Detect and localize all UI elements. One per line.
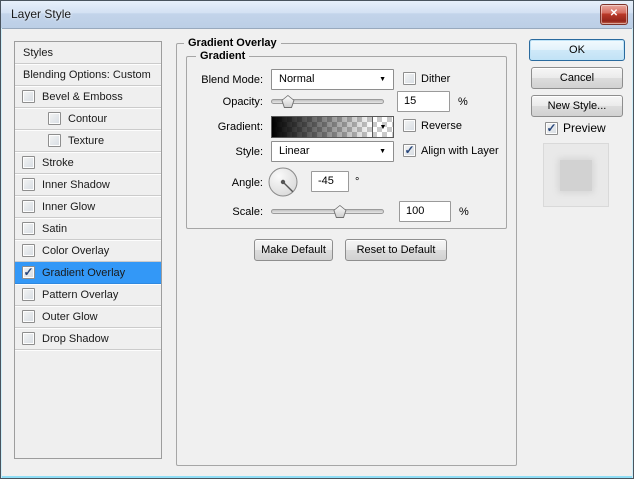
sidebar-item-inner-shadow-checkbox[interactable] <box>22 178 35 191</box>
preview-checkbox[interactable]: ✓ <box>545 122 558 135</box>
sidebar-item-label: Bevel & Emboss <box>42 91 123 103</box>
sidebar-item-label: Stroke <box>42 157 74 169</box>
blend-mode-label: Blend Mode: <box>141 74 263 86</box>
gradient-group-title: Gradient <box>196 50 249 62</box>
opacity-slider[interactable] <box>271 91 384 112</box>
sidebar-item-texture[interactable]: Texture <box>15 130 161 152</box>
sidebar-item-label: Satin <box>42 223 67 235</box>
dither-checkbox[interactable] <box>403 72 416 85</box>
window-title: Layer Style <box>11 7 71 21</box>
reverse-checkbox[interactable] <box>403 119 416 132</box>
chevron-down-icon: ▼ <box>379 76 386 84</box>
sidebar-item-contour-checkbox[interactable] <box>48 112 61 125</box>
opacity-unit: % <box>458 96 468 108</box>
chevron-down-icon: ▼ <box>379 148 386 156</box>
sidebar-item-color-overlay[interactable]: Color Overlay <box>15 240 161 262</box>
reverse-label: Reverse <box>421 120 462 132</box>
sidebar-item-pattern-overlay[interactable]: Pattern Overlay <box>15 284 161 306</box>
sidebar-item-stroke-checkbox[interactable] <box>22 156 35 169</box>
preview-option[interactable]: ✓ Preview <box>545 121 606 135</box>
sidebar-item-inner-shadow[interactable]: Inner Shadow <box>15 174 161 196</box>
sidebar-item-stroke[interactable]: Stroke <box>15 152 161 174</box>
sidebar-item-label: Styles <box>23 47 53 59</box>
sidebar-item-drop-shadow-checkbox[interactable] <box>22 332 35 345</box>
sidebar-item-outer-glow[interactable]: Outer Glow <box>15 306 161 328</box>
sidebar-item-label: Inner Shadow <box>42 179 110 191</box>
opacity-slider-thumb[interactable] <box>281 95 294 108</box>
cancel-button[interactable]: Cancel <box>531 67 623 89</box>
sidebar-item-label: Outer Glow <box>42 311 98 323</box>
scale-slider[interactable] <box>271 201 384 222</box>
dither-option[interactable]: Dither <box>403 72 450 85</box>
close-icon[interactable]: ✕ <box>600 4 628 25</box>
opacity-input[interactable]: 15 <box>397 91 450 112</box>
gradient-label: Gradient: <box>141 121 263 133</box>
new-style-button[interactable]: New Style... <box>531 95 623 117</box>
title-bar[interactable]: Layer Style ✕ <box>1 1 633 29</box>
scale-unit: % <box>459 206 469 218</box>
sidebar-item-label: Texture <box>68 135 104 147</box>
scale-label: Scale: <box>141 206 263 218</box>
sidebar-item-inner-glow[interactable]: Inner Glow <box>15 196 161 218</box>
sidebar-item-label: Blending Options: Custom <box>23 69 151 81</box>
sidebar-item-styles[interactable]: Styles <box>15 42 161 64</box>
reverse-option[interactable]: Reverse <box>403 119 462 132</box>
gradient-picker[interactable]: ▼ <box>271 116 394 138</box>
style-preview-layer <box>560 160 592 191</box>
sidebar-item-satin[interactable]: Satin <box>15 218 161 240</box>
angle-input[interactable]: -45 <box>311 171 349 192</box>
align-option[interactable]: ✓ Align with Layer <box>403 144 499 157</box>
window-frame-glow <box>1 28 2 478</box>
sidebar-item-outer-glow-checkbox[interactable] <box>22 310 35 323</box>
chevron-down-icon: ▼ <box>380 124 387 131</box>
align-with-layer-checkbox[interactable]: ✓ <box>403 144 416 157</box>
sidebar-item-label: Drop Shadow <box>42 333 109 345</box>
sidebar-item-gradient-overlay-checkbox[interactable]: ✓ <box>22 266 35 279</box>
preview-label: Preview <box>563 121 606 135</box>
sidebar-item-bevel-emboss[interactable]: Bevel & Emboss <box>15 86 161 108</box>
angle-label: Angle: <box>141 177 263 189</box>
dither-label: Dither <box>421 73 450 85</box>
sidebar-item-gradient-overlay[interactable]: ✓ Gradient Overlay <box>15 262 161 284</box>
blend-mode-value: Normal <box>279 73 314 85</box>
layer-style-dialog: Layer Style ✕ Styles Blending Options: Cu… <box>0 0 634 479</box>
blend-mode-select[interactable]: Normal ▼ <box>271 69 394 90</box>
sidebar-item-bevel-emboss-checkbox[interactable] <box>22 90 35 103</box>
style-value: Linear <box>279 145 310 157</box>
scale-slider-track[interactable] <box>271 209 384 214</box>
gradient-dropdown-arrow[interactable]: ▼ <box>372 117 393 137</box>
angle-dial-icon <box>268 167 298 197</box>
opacity-label: Opacity: <box>141 96 263 108</box>
sidebar-item-label: Contour <box>68 113 107 125</box>
gradient-overlay-group-title: Gradient Overlay <box>184 37 281 49</box>
sidebar-item-label: Pattern Overlay <box>42 289 118 301</box>
sidebar-item-contour[interactable]: Contour <box>15 108 161 130</box>
sidebar-item-pattern-overlay-checkbox[interactable] <box>22 288 35 301</box>
sidebar-item-blending-options-custom[interactable]: Blending Options: Custom <box>15 64 161 86</box>
gradient-preview[interactable] <box>272 117 373 137</box>
style-preview-thumbnail <box>543 143 609 207</box>
sidebar-item-color-overlay-checkbox[interactable] <box>22 244 35 257</box>
ok-button[interactable]: OK <box>529 39 625 61</box>
sidebar-item-label: Color Overlay <box>42 245 109 257</box>
style-label: Style: <box>141 146 263 158</box>
window-frame-glow <box>1 476 633 478</box>
sidebar-item-inner-glow-checkbox[interactable] <box>22 200 35 213</box>
sidebar-item-satin-checkbox[interactable] <box>22 222 35 235</box>
sidebar-list: Styles Blending Options: Custom Bevel & Em… <box>14 41 162 459</box>
sidebar-item-label: Inner Glow <box>42 201 95 213</box>
angle-dial[interactable] <box>268 167 298 197</box>
scale-slider-thumb[interactable] <box>333 205 346 218</box>
window-frame-glow <box>632 28 633 478</box>
style-select[interactable]: Linear ▼ <box>271 141 394 162</box>
scale-input[interactable]: 100 <box>399 201 451 222</box>
align-with-layer-label: Align with Layer <box>421 145 499 157</box>
sidebar-item-drop-shadow[interactable]: Drop Shadow <box>15 328 161 350</box>
angle-unit: ° <box>355 176 359 188</box>
reset-to-default-button[interactable]: Reset to Default <box>345 239 447 261</box>
sidebar-item-texture-checkbox[interactable] <box>48 134 61 147</box>
sidebar-item-label: Gradient Overlay <box>42 267 125 279</box>
make-default-button[interactable]: Make Default <box>254 239 333 261</box>
